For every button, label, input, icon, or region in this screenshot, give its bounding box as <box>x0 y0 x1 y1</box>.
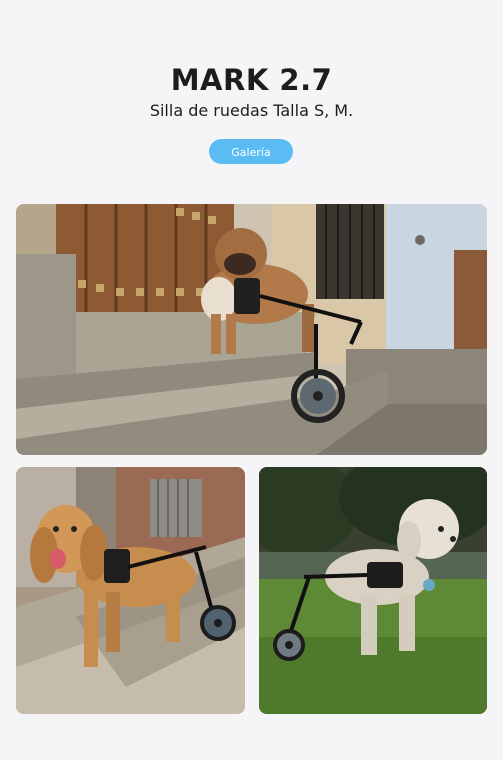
cocker-spaniel-photo-illustration <box>16 467 245 714</box>
product-title: MARK 2.7 <box>170 63 333 97</box>
product-subtitle: Silla de ruedas Talla S, M. <box>149 101 354 120</box>
bulldog-on-steps-photo[interactable] <box>16 204 487 455</box>
poodle-on-grass-photo[interactable] <box>259 467 487 714</box>
poodle-photo-illustration <box>259 467 487 714</box>
bulldog-photo-illustration <box>16 204 487 455</box>
product-header: MARK 2.7 Silla de ruedas Talla S, M. <box>0 62 503 122</box>
gallery-button[interactable]: Galería <box>209 139 293 164</box>
cocker-spaniel-on-sidewalk-photo[interactable] <box>16 467 245 714</box>
